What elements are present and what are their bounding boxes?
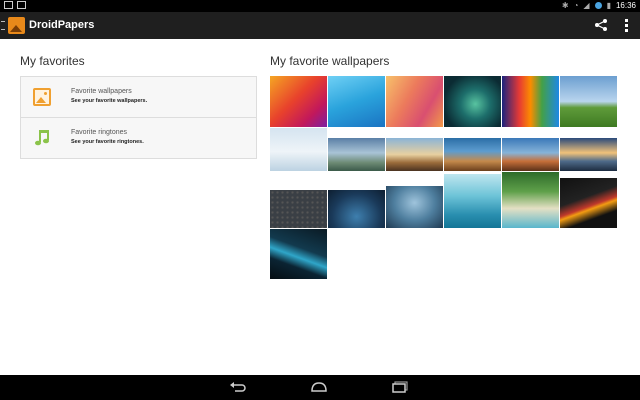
- navigation-bar: [0, 375, 640, 400]
- wallpaper-thumbnail[interactable]: [502, 76, 559, 127]
- favorites-list: Favorite wallpapers See your favorite wa…: [20, 76, 257, 159]
- wallpaper-thumbnail[interactable]: [328, 190, 385, 228]
- wallpaper-thumbnail[interactable]: [560, 76, 617, 127]
- wifi-icon: ◔: [573, 1, 579, 10]
- sync-icon: [594, 2, 602, 9]
- wallpaper-thumbnail[interactable]: [270, 76, 327, 127]
- favorite-ringtones-subtitle: See your favorite ringtones.: [71, 139, 144, 145]
- back-icon[interactable]: [229, 381, 247, 393]
- favorite-ringtones-title: Favorite ringtones: [71, 129, 128, 136]
- wallpaper-thumbnail[interactable]: [560, 138, 617, 171]
- overflow-menu-icon[interactable]: [623, 18, 629, 34]
- share-icon[interactable]: [594, 18, 608, 32]
- wallpaper-thumbnail[interactable]: [386, 186, 443, 228]
- wallpaper-thumbnail[interactable]: [386, 76, 443, 127]
- music-note-icon: [35, 130, 49, 146]
- bluetooth-icon: ✱: [561, 1, 569, 10]
- wallpaper-thumbnail[interactable]: [444, 76, 501, 127]
- favorite-ringtones-item[interactable]: Favorite ringtones See your favorite rin…: [21, 118, 256, 159]
- wallpaper-thumbnail[interactable]: [502, 172, 559, 228]
- status-bar: ✱ ◔ ◢ ▮ 16:36: [0, 0, 640, 12]
- wallpaper-thumbnail[interactable]: [270, 190, 327, 228]
- wallpaper-thumbnail[interactable]: [444, 138, 501, 171]
- favorite-wallpapers-item[interactable]: Favorite wallpapers See your favorite wa…: [21, 77, 256, 118]
- my-favorite-wallpapers-heading: My favorite wallpapers: [270, 54, 390, 68]
- app-logo-icon[interactable]: [8, 17, 25, 34]
- image-notification-icon: [17, 1, 26, 9]
- wallpaper-thumbnail[interactable]: [560, 178, 617, 228]
- recents-icon[interactable]: [391, 381, 409, 393]
- signal-icon: ◢: [583, 1, 590, 10]
- wallpaper-thumbnail[interactable]: [270, 229, 327, 279]
- status-time: 16:36: [615, 1, 636, 10]
- favorite-wallpapers-title: Favorite wallpapers: [71, 88, 132, 95]
- drawer-indicator-icon[interactable]: [1, 21, 5, 30]
- wallpaper-thumbnail[interactable]: [502, 138, 559, 171]
- app-title: DroidPapers: [29, 19, 95, 31]
- home-icon[interactable]: [310, 381, 328, 393]
- wallpaper-thumbnail[interactable]: [386, 138, 443, 171]
- screenshot-notification-icon: [4, 1, 13, 9]
- favorite-wallpapers-subtitle: See your favorite wallpapers.: [71, 98, 148, 104]
- battery-icon: ▮: [606, 1, 611, 10]
- wallpaper-thumbnail[interactable]: [328, 138, 385, 171]
- wallpaper-thumbnail[interactable]: [444, 174, 501, 228]
- action-bar: DroidPapers: [0, 12, 640, 39]
- wallpaper-thumbnail[interactable]: [328, 76, 385, 127]
- my-favorites-heading: My favorites: [20, 54, 85, 68]
- wallpaper-thumbnail[interactable]: [270, 128, 327, 171]
- picture-icon: [33, 88, 51, 106]
